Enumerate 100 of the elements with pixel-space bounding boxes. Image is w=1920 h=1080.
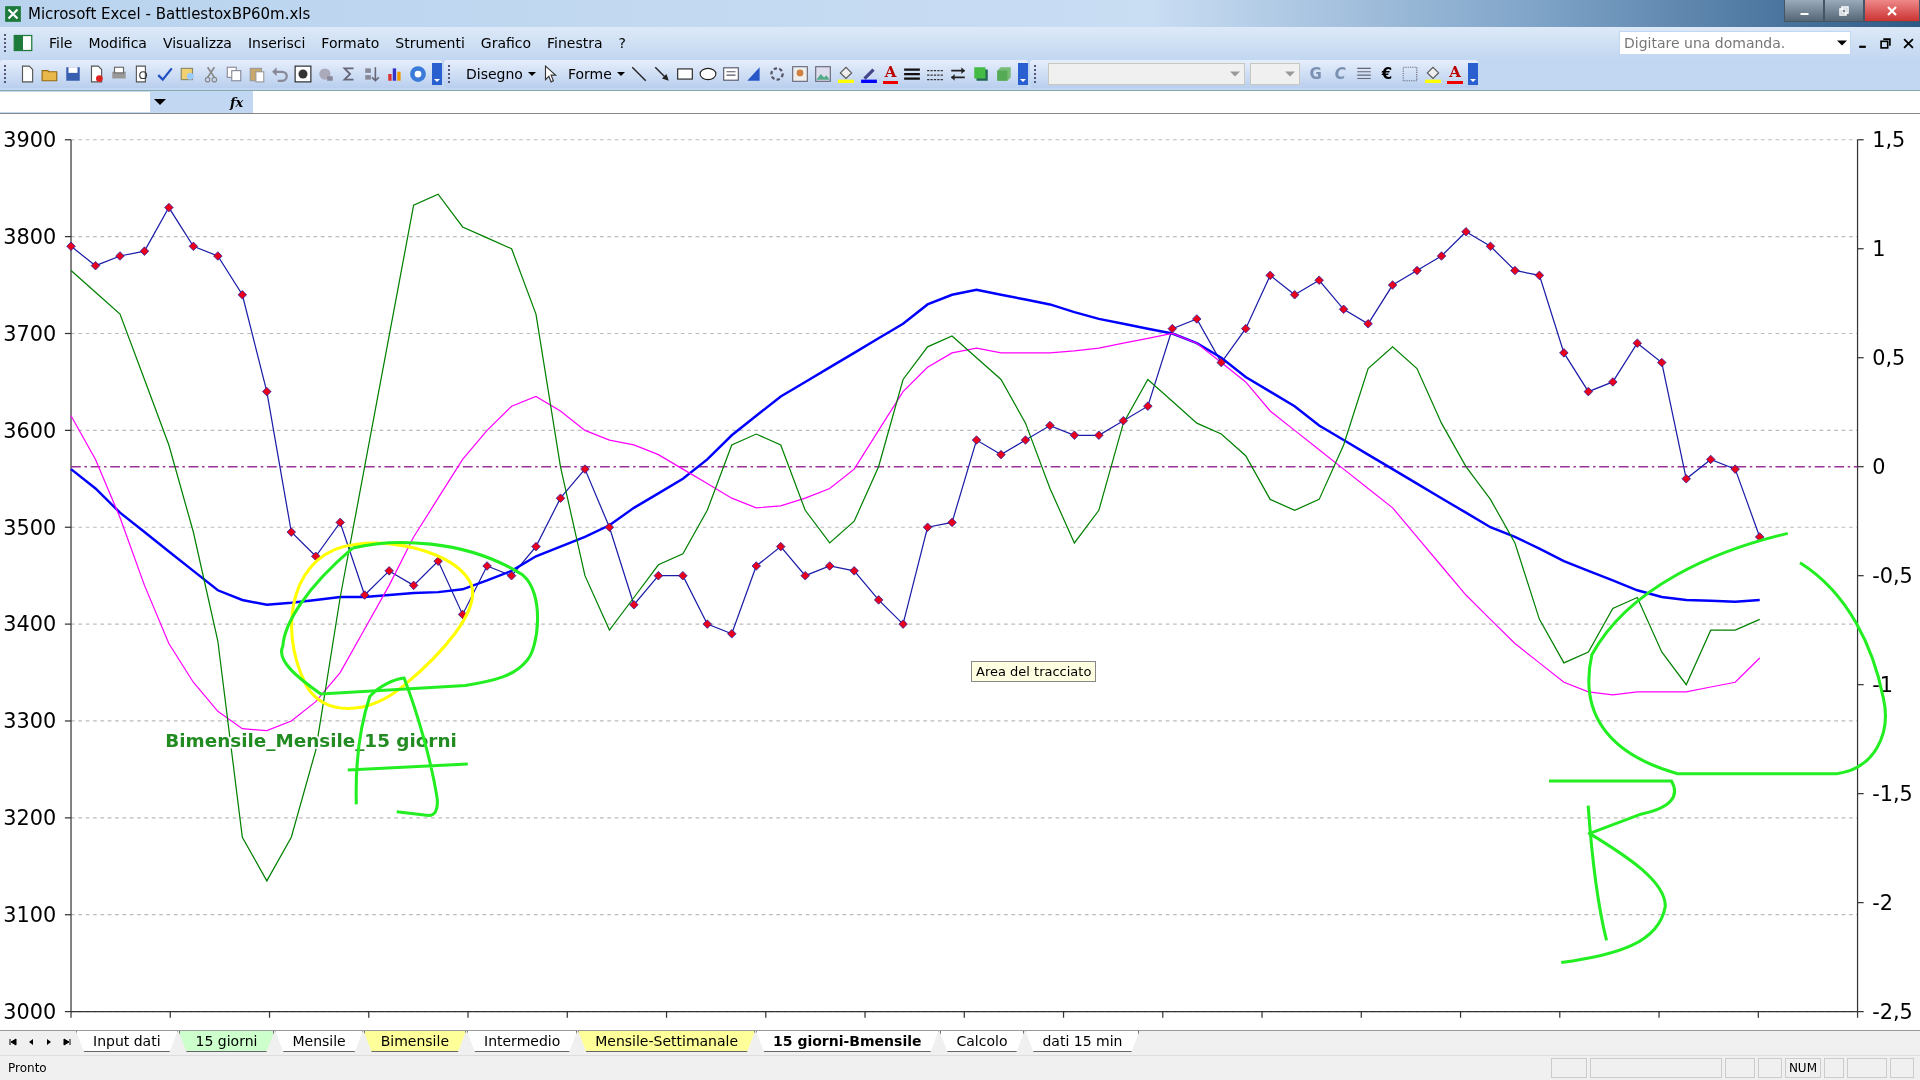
data-point [1485,241,1496,251]
copy-icon[interactable] [225,65,243,84]
restore-icon [1838,4,1850,17]
data-point [66,241,76,251]
menu-item[interactable]: Formato [313,33,388,54]
sheet-tab[interactable]: Mensile-Settimanale [578,1031,756,1053]
data-point [1045,420,1055,431]
minimize-button[interactable] [1784,0,1824,22]
data-point [653,571,664,581]
data-point [922,522,933,532]
close-icon[interactable] [1903,37,1914,49]
data-point [555,493,566,503]
restore-icon[interactable] [1880,37,1891,49]
caret-icon[interactable] [616,70,625,79]
first-sheet-icon[interactable] [8,1037,18,1048]
cut-icon[interactable] [202,65,220,84]
font-color-button[interactable]: A [882,64,899,85]
save-icon[interactable] [64,65,82,84]
data-point [335,517,345,528]
data-point [604,522,615,532]
shapes-menu[interactable]: Forme [563,66,616,83]
axis-label: 3900 [3,128,57,153]
sort-icon[interactable] [363,65,381,84]
line-icon[interactable] [629,65,648,84]
menu-item[interactable]: Modifica [80,33,155,54]
help-search-field[interactable]: Digitare una domanda. [1619,31,1851,56]
data-point [482,561,492,571]
data-point [1094,430,1104,440]
minimize-icon [1799,12,1809,15]
sheet-tab[interactable]: Calcolo [939,1031,1025,1053]
sheet-tab[interactable]: Mensile [275,1031,363,1053]
data-point [1755,532,1765,542]
data-point [678,571,688,581]
data-point [1461,227,1471,237]
last-sheet-icon[interactable] [62,1037,72,1048]
close-icon [1886,4,1898,17]
status-panel [1847,1057,1887,1078]
data-point [1363,319,1373,329]
menu-item[interactable]: Grafico [472,33,540,54]
caret-icon[interactable] [527,70,536,79]
data-point [506,571,517,581]
sheet-tab[interactable]: dati 15 min [1025,1031,1140,1053]
close-button[interactable] [1864,0,1920,22]
menu-item[interactable]: Inserisci [239,33,314,54]
drawing-menu[interactable]: Disegno [462,66,527,83]
data-point [1436,251,1447,261]
undo-icon[interactable] [271,65,289,84]
status-panel [1824,1057,1844,1078]
data-point [1559,348,1569,358]
text-box-icon[interactable] [721,65,740,84]
data-point [971,435,982,445]
axis-label: 3700 [3,321,57,346]
data-point [360,590,370,600]
data-point [115,251,125,261]
formula-field[interactable] [253,91,1920,114]
axis-label: -0,5 [1872,564,1913,589]
sheet-tab[interactable]: Intermedio [467,1031,578,1053]
sheet-tab[interactable]: Input dati [76,1031,178,1053]
sheet-tab[interactable]: 15 giorni-Bmensile [756,1031,939,1053]
data-point [188,241,199,251]
font-size-field[interactable] [1250,63,1301,86]
menu-item[interactable]: Finestra [539,33,611,54]
restore-button[interactable] [1824,0,1864,22]
menu-item[interactable]: ? [610,33,634,54]
axis-label: 1,5 [1872,128,1906,153]
arrow-style-icon[interactable] [949,65,968,84]
function-label[interactable]: fx [226,94,248,110]
status-panel [1724,1057,1755,1078]
menu-item[interactable]: File [41,33,81,54]
data-point [1412,265,1422,276]
font-color-button[interactable]: A [1447,64,1463,85]
arrow-icon[interactable] [652,65,671,84]
data-point [531,542,541,552]
sheet-tab[interactable]: Bimensile [363,1031,466,1053]
data-point [409,580,419,591]
data-point [898,619,908,629]
chart-icon[interactable] [386,65,404,84]
menu-item[interactable]: Strumenti [387,33,473,54]
paste-icon[interactable] [248,65,266,84]
axis-label: 3300 [3,709,57,734]
window-title: Microsoft Excel - BattlestoxBP60m.xls [28,4,311,23]
menu-item[interactable]: Visualizza [154,33,240,54]
axis-label: -2 [1872,891,1893,915]
spelling-icon[interactable] [156,65,174,84]
fill-color-icon[interactable] [836,65,855,84]
font-name-field[interactable] [1048,63,1246,86]
line-color-icon[interactable] [859,65,878,84]
data-point [1192,314,1202,324]
sheet-tab[interactable]: 15 giorni [178,1031,275,1053]
fill-color-icon[interactable] [1424,65,1443,84]
clip-art-icon[interactable] [790,65,809,84]
shadow-icon[interactable] [972,65,991,84]
data-point [727,629,737,639]
status-text: Pronto [8,1060,47,1075]
excel-icon[interactable] [13,33,33,54]
axis-label: 3000 [3,1000,57,1024]
picture-icon[interactable] [813,65,832,84]
status-panel [1757,1057,1782,1078]
currency-button[interactable]: € [1377,65,1397,84]
help-icon[interactable] [409,65,427,84]
